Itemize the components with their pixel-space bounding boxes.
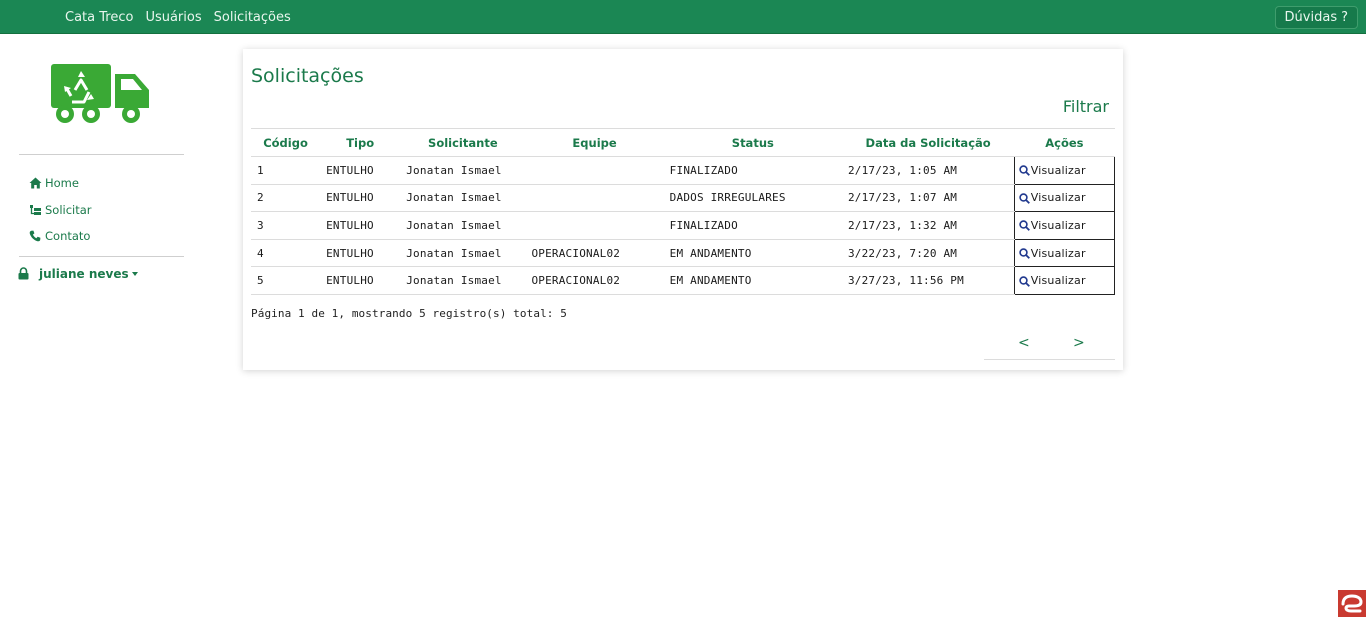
- column-header-codigo[interactable]: Código: [251, 128, 321, 157]
- widget-icon: [1341, 594, 1363, 613]
- cell-data: 2/17/23, 1:07 AM: [841, 184, 1015, 213]
- sidebar-nav: Home Solicitar Contato: [28, 170, 92, 250]
- column-header-tipo[interactable]: Tipo: [320, 128, 401, 157]
- requests-panel: Solicitações Filtrar Código Tipo Solicit…: [243, 49, 1123, 370]
- page-title: Solicitações: [251, 65, 364, 87]
- magnifier-icon: [1019, 248, 1030, 260]
- magnifier-icon: [1019, 275, 1030, 287]
- lock-icon: [18, 267, 30, 281]
- cell-codigo: 4: [251, 239, 321, 268]
- view-button-label: Visualizar: [1030, 191, 1086, 205]
- cell-data: 2/17/23, 1:05 AM: [841, 156, 1015, 185]
- view-button-label: Visualizar: [1030, 274, 1086, 288]
- sidebar-divider: [19, 154, 184, 155]
- help-button[interactable]: Dúvidas ?: [1274, 6, 1358, 29]
- cell-status: FINALIZADO: [663, 211, 842, 240]
- help-button-label: Dúvidas: [1284, 10, 1338, 25]
- prev-page-button[interactable]: <: [1018, 335, 1030, 351]
- view-button[interactable]: Visualizar: [1013, 156, 1116, 185]
- table-row: 3 ENTULHO Jonatan Ismael FINALIZADO 2/17…: [251, 211, 1116, 240]
- user-menu-dropdown[interactable]: juliane neves: [18, 267, 138, 281]
- cell-codigo: 5: [251, 266, 321, 295]
- column-header-data[interactable]: Data da Solicitação: [841, 128, 1015, 157]
- sidebar-item-home[interactable]: Home: [28, 170, 92, 197]
- top-navbar: Cata Treco Usuários Solicitações Dúvidas…: [0, 0, 1366, 34]
- cell-tipo: ENTULHO: [320, 266, 401, 295]
- cell-tipo: ENTULHO: [320, 156, 401, 185]
- recycling-truck-icon: [51, 64, 149, 123]
- cell-data: 3/22/23, 7:20 AM: [841, 239, 1015, 268]
- cell-status: FINALIZADO: [663, 156, 842, 185]
- filter-link[interactable]: Filtrar: [1063, 97, 1109, 116]
- sidebar-item-label: Home: [45, 176, 79, 191]
- cell-tipo: ENTULHO: [320, 211, 401, 240]
- nav-usuarios[interactable]: Usuários: [145, 10, 201, 25]
- view-button[interactable]: Visualizar: [1013, 266, 1116, 295]
- floating-widget-button[interactable]: [1338, 590, 1366, 617]
- sidebar-divider: [19, 256, 184, 257]
- cell-status: DADOS IRREGULARES: [663, 184, 842, 213]
- cell-tipo: ENTULHO: [320, 184, 401, 213]
- pagination-info: Página 1 de 1, mostrando 5 registro(s) t…: [251, 307, 567, 320]
- pagination: < >: [984, 333, 1115, 360]
- magnifier-icon: [1019, 193, 1030, 204]
- cell-equipe: OPERACIONAL02: [525, 266, 664, 295]
- magnifier-icon: [1019, 165, 1030, 177]
- view-button-label: Visualizar: [1030, 218, 1086, 232]
- sidebar-item-label: Contato: [45, 229, 91, 244]
- cell-equipe: [525, 156, 664, 185]
- magnifier-icon: [1019, 220, 1030, 232]
- cell-codigo: 3: [251, 211, 321, 240]
- column-header-solicitante[interactable]: Solicitante: [400, 128, 526, 157]
- view-button-label: Visualizar: [1030, 163, 1086, 177]
- question-icon: ?: [1341, 10, 1348, 25]
- cell-data: 3/27/23, 11:56 PM: [841, 266, 1015, 295]
- cell-codigo: 2: [251, 184, 321, 213]
- column-header-acoes: Ações: [1014, 128, 1115, 157]
- request-icon: [28, 203, 42, 217]
- column-header-status[interactable]: Status: [663, 128, 842, 157]
- cell-solicitante: Jonatan Ismael: [400, 211, 526, 240]
- sidebar-item-label: Solicitar: [45, 202, 92, 217]
- cell-solicitante: Jonatan Ismael: [400, 156, 526, 185]
- view-button[interactable]: Visualizar: [1013, 238, 1116, 268]
- table-header-row: Código Tipo Solicitante Equipe Status Da…: [251, 128, 1115, 157]
- sidebar: Home Solicitar Contato juliane neves: [18, 34, 184, 304]
- table-row: 4 ENTULHO Jonatan Ismael OPERACIONAL02 E…: [251, 238, 1116, 268]
- home-icon: [28, 176, 42, 190]
- cell-equipe: [525, 184, 664, 213]
- cell-codigo: 1: [251, 156, 321, 185]
- cell-status: EM ANDAMENTO: [663, 266, 842, 295]
- cell-status: EM ANDAMENTO: [663, 239, 842, 268]
- view-button-label: Visualizar: [1030, 246, 1086, 260]
- sidebar-item-solicitar[interactable]: Solicitar: [28, 197, 92, 224]
- caret-down-icon: [131, 272, 138, 276]
- cell-equipe: [525, 211, 664, 240]
- cell-solicitante: Jonatan Ismael: [400, 184, 526, 213]
- requests-table: Código Tipo Solicitante Equipe Status Da…: [251, 128, 1116, 295]
- cell-solicitante: Jonatan Ismael: [400, 239, 526, 268]
- table-row: 2 ENTULHO Jonatan Ismael DADOS IRREGULAR…: [251, 183, 1116, 213]
- sidebar-item-contato[interactable]: Contato: [28, 223, 92, 250]
- view-button[interactable]: Visualizar: [1013, 183, 1116, 213]
- next-page-button[interactable]: >: [1073, 335, 1085, 351]
- user-name: juliane neves: [39, 267, 129, 281]
- cell-solicitante: Jonatan Ismael: [400, 266, 526, 295]
- nav-solicitacoes[interactable]: Solicitações: [214, 10, 291, 25]
- cell-equipe: OPERACIONAL02: [525, 239, 664, 268]
- table-row: 5 ENTULHO Jonatan Ismael OPERACIONAL02 E…: [251, 266, 1116, 295]
- phone-icon: [28, 229, 42, 243]
- cell-tipo: ENTULHO: [320, 239, 401, 268]
- cell-data: 2/17/23, 1:32 AM: [841, 211, 1015, 240]
- nav-brand-cata-treco[interactable]: Cata Treco: [65, 10, 133, 25]
- view-button[interactable]: Visualizar: [1013, 211, 1116, 240]
- column-header-equipe[interactable]: Equipe: [525, 128, 664, 157]
- top-nav: Cata Treco Usuários Solicitações: [65, 0, 291, 34]
- table-row: 1 ENTULHO Jonatan Ismael FINALIZADO 2/17…: [251, 156, 1116, 185]
